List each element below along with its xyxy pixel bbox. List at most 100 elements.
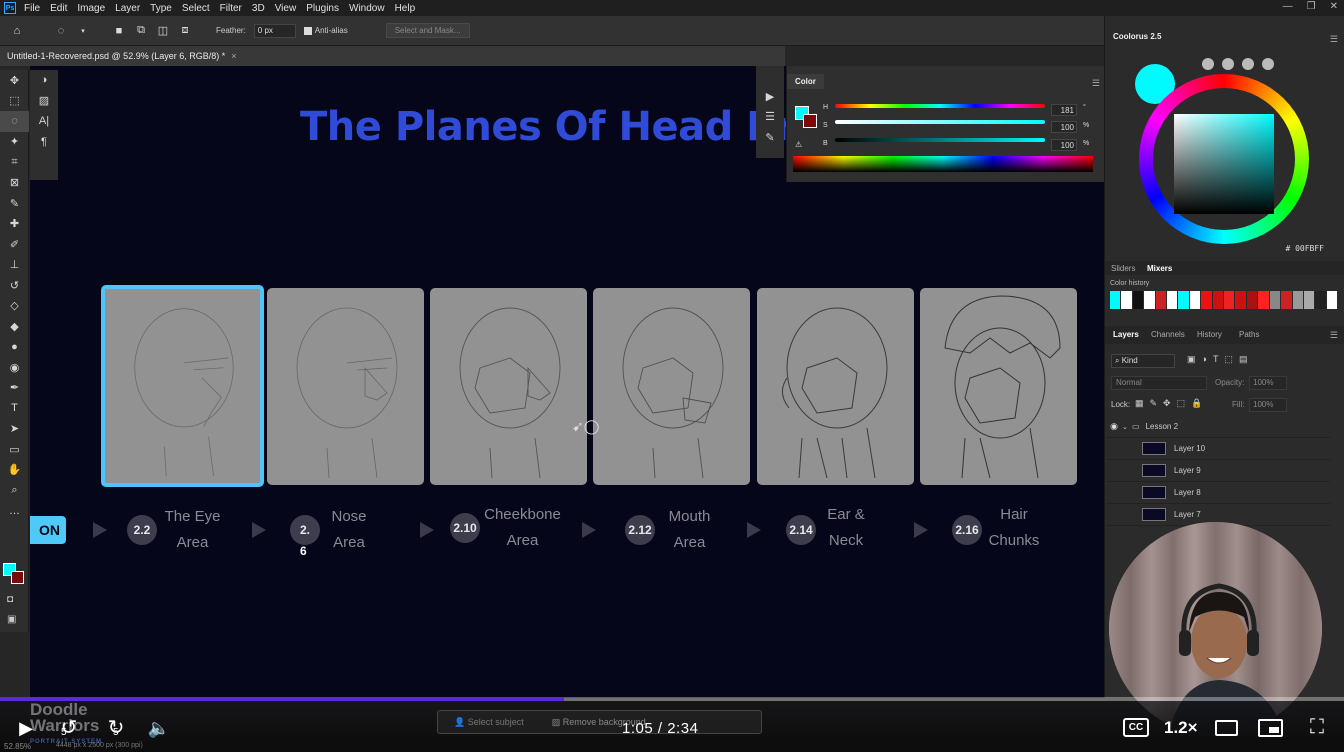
- tab-mixers[interactable]: Mixers: [1147, 264, 1172, 273]
- filter-icons[interactable]: ▣◑T⬚▤: [1187, 354, 1253, 365]
- chevron-down-icon[interactable]: ⌄: [1122, 423, 1132, 431]
- frame-tool-icon[interactable]: ⊠: [0, 173, 29, 194]
- background-color-swatch[interactable]: [803, 114, 817, 128]
- layer-row[interactable]: Layer 8: [1106, 482, 1330, 504]
- close-window-icon[interactable]: ✕: [1330, 1, 1338, 12]
- tab-sliders[interactable]: Sliders: [1111, 264, 1135, 273]
- captions-button[interactable]: CC: [1123, 718, 1149, 737]
- thumbnail-nose-area[interactable]: [267, 288, 424, 485]
- menu-file[interactable]: File: [24, 3, 40, 14]
- select-subject-button[interactable]: 👤 Select subject: [454, 717, 524, 728]
- history-swatch[interactable]: [1110, 291, 1122, 309]
- lock-icons[interactable]: ▦✎✥⬚🔒: [1135, 398, 1208, 409]
- volume-icon[interactable]: 🔈: [146, 716, 172, 740]
- history-swatch[interactable]: [1326, 291, 1339, 309]
- menu-help[interactable]: Help: [395, 3, 416, 14]
- new-selection-icon[interactable]: ■: [112, 24, 126, 38]
- blend-mode-select[interactable]: Normal: [1111, 376, 1207, 390]
- eye-icon[interactable]: ◉: [1106, 421, 1122, 432]
- history-swatch[interactable]: [1189, 291, 1202, 309]
- home-icon[interactable]: ⌂: [10, 24, 24, 38]
- menu-type[interactable]: Type: [150, 3, 172, 14]
- magic-wand-tool-icon[interactable]: ✦: [0, 132, 29, 153]
- pen-tool-icon[interactable]: ✒: [0, 378, 29, 399]
- history-swatch[interactable]: [1224, 291, 1236, 309]
- fill-input[interactable]: 100%: [1249, 398, 1287, 412]
- play-icon[interactable]: ▶: [14, 716, 38, 740]
- fullscreen-icon[interactable]: ⛶: [1304, 714, 1330, 740]
- thumbnail-hair-chunks[interactable]: [920, 288, 1077, 485]
- history-swatch[interactable]: [1303, 291, 1316, 309]
- rectangle-tool-icon[interactable]: ▭: [0, 439, 29, 460]
- brush-settings-icon[interactable]: ✎: [756, 127, 784, 148]
- tab-layers[interactable]: Layers: [1113, 330, 1139, 339]
- layer-group-row[interactable]: ◉ ⌄ ▭ Lesson 2: [1106, 416, 1330, 438]
- rewind-icon[interactable]: ↺: [56, 714, 82, 740]
- character-icon[interactable]: A|: [30, 111, 58, 132]
- hue-value[interactable]: 181: [1051, 104, 1077, 116]
- history-swatch[interactable]: [1132, 291, 1145, 309]
- eraser-tool-icon[interactable]: ◇: [0, 296, 29, 317]
- history-swatch[interactable]: [1178, 291, 1190, 309]
- panel-menu-icon[interactable]: ☰: [1092, 78, 1100, 89]
- marquee-tool-icon[interactable]: ⬚: [0, 91, 29, 112]
- adjustments-icon[interactable]: ☰: [756, 107, 784, 128]
- dodge-tool-icon[interactable]: ◉: [0, 357, 29, 378]
- chevron-down-icon[interactable]: ▾: [76, 24, 90, 38]
- color-ramp[interactable]: [793, 156, 1093, 172]
- stamp-tool-icon[interactable]: ⊥: [0, 255, 29, 276]
- subtract-selection-icon[interactable]: ◫: [156, 24, 170, 38]
- history-swatch[interactable]: [1167, 291, 1179, 309]
- menu-3d[interactable]: 3D: [252, 3, 265, 14]
- hue-wheel[interactable]: [1139, 74, 1309, 244]
- history-swatch[interactable]: [1212, 291, 1225, 309]
- history-swatch[interactable]: [1258, 291, 1270, 309]
- hue-slider[interactable]: [835, 104, 1045, 108]
- saturation-brightness-square[interactable]: [1174, 114, 1274, 214]
- select-and-mask-button[interactable]: Select and Mask...: [385, 23, 470, 38]
- healing-brush-tool-icon[interactable]: ✚: [0, 214, 29, 235]
- history-swatch[interactable]: [1269, 291, 1282, 309]
- panel-menu-icon[interactable]: ☰: [1330, 330, 1338, 341]
- saturation-value[interactable]: 100: [1051, 121, 1077, 133]
- brightness-value[interactable]: 100: [1051, 139, 1077, 151]
- menu-layer[interactable]: Layer: [115, 3, 140, 14]
- panel-menu-icon[interactable]: ☰: [1330, 34, 1338, 45]
- menu-window[interactable]: Window: [349, 3, 385, 14]
- menu-select[interactable]: Select: [182, 3, 210, 14]
- opacity-input[interactable]: 100%: [1249, 376, 1287, 390]
- filter-kind-select[interactable]: ⌕ Kind: [1111, 354, 1175, 368]
- theater-mode-icon[interactable]: [1215, 720, 1238, 736]
- color-panel-tab[interactable]: Color: [787, 74, 824, 89]
- crop-tool-icon[interactable]: ⌗: [0, 152, 29, 173]
- add-selection-icon[interactable]: ⧉: [134, 24, 148, 38]
- eyedropper-tool-icon[interactable]: ✎: [0, 193, 29, 214]
- color-history-strip[interactable]: [1110, 291, 1339, 309]
- lasso-tool-preset-icon[interactable]: ◌: [54, 24, 68, 38]
- picture-in-picture-icon[interactable]: [1258, 719, 1283, 737]
- history-swatch[interactable]: [1155, 291, 1168, 309]
- minimize-icon[interactable]: —: [1283, 1, 1293, 12]
- menu-filter[interactable]: Filter: [220, 3, 242, 14]
- close-tab-icon[interactable]: ×: [231, 51, 236, 61]
- feather-input[interactable]: 0 px: [253, 23, 296, 38]
- background-color-swatch[interactable]: [11, 571, 24, 584]
- menu-view[interactable]: View: [275, 3, 297, 14]
- history-swatch[interactable]: [1201, 291, 1213, 309]
- paint-bucket-tool-icon[interactable]: ◆: [0, 316, 29, 337]
- menu-plugins[interactable]: Plugins: [306, 3, 339, 14]
- document-tab[interactable]: Untitled-1-Recovered.psd @ 52.9% (Layer …: [0, 46, 785, 66]
- blur-tool-icon[interactable]: ●: [0, 337, 29, 358]
- lasso-tool-icon[interactable]: ◌: [0, 111, 29, 132]
- history-swatch[interactable]: [1315, 291, 1327, 309]
- intersect-selection-icon[interactable]: ⧈: [178, 24, 192, 38]
- zoom-tool-icon[interactable]: ⌕: [0, 480, 29, 501]
- history-swatch[interactable]: [1121, 291, 1133, 309]
- brush-tool-icon[interactable]: ✐: [0, 234, 29, 255]
- tab-history[interactable]: History: [1197, 330, 1222, 339]
- thumbnail-mouth-area[interactable]: [593, 288, 750, 485]
- history-swatch[interactable]: [1281, 291, 1293, 309]
- thumbnail-cheekbone-area[interactable]: [430, 288, 587, 485]
- adjust-icon[interactable]: ◑: [30, 70, 58, 91]
- antialias-checkbox[interactable]: Anti-alias: [303, 26, 348, 35]
